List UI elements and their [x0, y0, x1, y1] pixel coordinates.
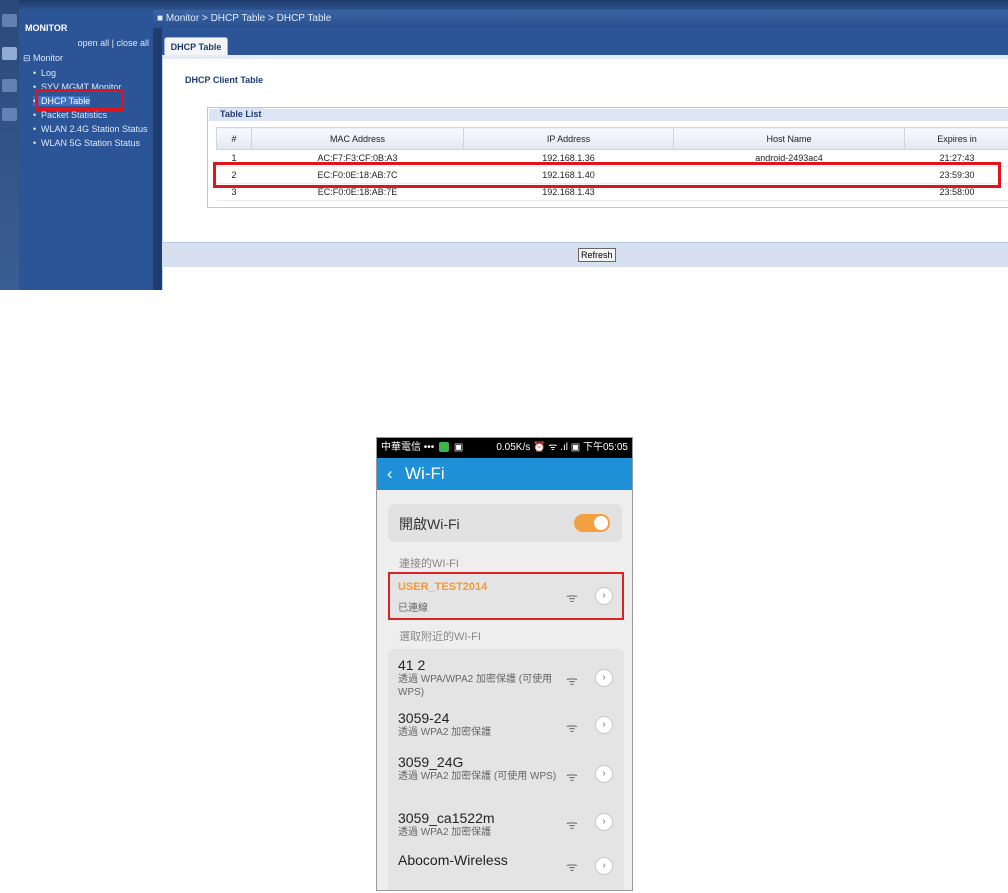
bullet-icon: • [33, 68, 37, 78]
connected-network-name: USER_TEST2014 [398, 581, 488, 593]
tab-strip: DHCP Table [162, 28, 1008, 55]
back-arrow-icon[interactable]: ‹ [387, 458, 393, 490]
wifi-toggle-switch[interactable] [574, 514, 610, 532]
network-name: 3059_ca1522m [398, 810, 495, 826]
clock: 下午05:05 [582, 442, 628, 453]
open-all-link[interactable]: open all [78, 38, 110, 48]
net-speed: 0.05K/s [496, 442, 531, 453]
column-header: # [216, 127, 252, 150]
wifi-toggle-row[interactable]: 開啟Wi-Fi [388, 504, 622, 542]
tab-dhcp-table[interactable]: DHCP Table [164, 37, 228, 55]
close-all-link[interactable]: close all [116, 38, 149, 48]
section-title: DHCP Client Table [185, 75, 264, 85]
legend-bar [209, 109, 1008, 121]
separator: | [111, 38, 114, 48]
phone-wifi-screenshot: 中華電信 ••• ▣ 0.05K/s ⏰ ᯤ .ıl ▣ 下午05:05 ‹ W… [376, 437, 633, 891]
image-icon: ▣ [453, 442, 464, 453]
content-top-line [163, 55, 1008, 59]
connected-status: 已連線 [398, 603, 428, 614]
status-right: 0.05K/s ⏰ ᯤ .ıl ▣ 下午05:05 [496, 438, 628, 458]
action-bar: Refresh [162, 242, 1008, 267]
wifi-signal-icon: ᯤ [566, 590, 578, 605]
connected-network-item[interactable]: USER_TEST2014 已連線 ᯤ › [388, 572, 624, 620]
sidebar-item-wlan-5g-station-status[interactable]: • WLAN 5G Station Status [33, 138, 140, 148]
column-header: MAC Address [251, 127, 464, 150]
dhcp-table-highlight-box [35, 89, 124, 111]
network-security: 透過 WPA/WPA2 加密保護 (可使用 WPS) [398, 674, 553, 698]
network-name: Abocom-Wireless [398, 852, 508, 868]
network-name: 3059-24 [398, 710, 450, 726]
list-item[interactable]: Abocom-Wireless [398, 852, 573, 868]
network-name: 3059_24G [398, 754, 464, 770]
status-icons: ⏰ ᯤ .ıl ▣ [533, 442, 581, 453]
column-header: Host Name [673, 127, 905, 150]
sidebar: MONITOR open all | close all ⊟ Monitor •… [19, 10, 153, 290]
network-security: 透過 WPA2 加密保護 (可使用 WPS) [398, 771, 557, 782]
network-security: 透過 WPA2 加密保護 [398, 827, 492, 838]
chevron-right-icon[interactable]: › [595, 813, 613, 831]
gear-icon[interactable] [2, 79, 17, 92]
column-header: Expires in [904, 127, 1008, 150]
sidebar-item-packet-statistics[interactable]: • Packet Statistics [33, 110, 107, 120]
chevron-right-icon[interactable]: › [595, 587, 613, 605]
bullet-icon: • [33, 138, 37, 148]
chevron-right-icon[interactable]: › [595, 765, 613, 783]
list-item[interactable]: 3059_ca1522m 透過 WPA2 加密保護 [398, 810, 573, 839]
sidebar-item-label: WLAN 2.4G Station Status [41, 124, 148, 134]
wifi-signal-icon: ᯤ [566, 720, 578, 735]
column-header: IP Address [463, 127, 674, 150]
tree-root-label: Monitor [33, 53, 64, 63]
table-list-fieldset: Table List # MAC Address IP Address Host… [207, 107, 1008, 208]
carrier-label: 中華電信 ••• [381, 442, 435, 453]
bullet-icon: • [33, 124, 37, 134]
nearby-networks-list: 41 2 透過 WPA/WPA2 加密保護 (可使用 WPS) ᯤ › 3059… [388, 649, 624, 890]
breadcrumb: ■ Monitor > DHCP Table > DHCP Table [153, 10, 1008, 28]
sidebar-title: MONITOR [25, 23, 68, 33]
network-name: 41 2 [398, 657, 426, 673]
connected-section-label: 連接的WI-FI [399, 558, 459, 570]
monitor-icon[interactable] [2, 47, 17, 60]
list-item[interactable]: 41 2 透過 WPA/WPA2 加密保護 (可使用 WPS) [398, 657, 573, 699]
tree-root-monitor[interactable]: ⊟ Monitor [23, 53, 63, 64]
line-app-icon [439, 442, 450, 453]
sidebar-item-label: Packet Statistics [41, 110, 108, 120]
switch-knob [594, 516, 608, 530]
wifi-signal-icon: ᯤ [566, 769, 578, 784]
open-close-links: open all | close all [78, 38, 149, 48]
sidebar-item-wlan-24g-station-status[interactable]: • WLAN 2.4G Station Status [33, 124, 148, 134]
list-item[interactable]: 3059_24G 透過 WPA2 加密保護 (可使用 WPS) [398, 754, 573, 783]
chevron-right-icon[interactable]: › [595, 716, 613, 734]
wifi-toggle-label: 開啟Wi-Fi [399, 516, 460, 532]
tools-icon[interactable] [2, 108, 17, 121]
chevron-right-icon[interactable]: › [595, 669, 613, 687]
status-bar: 中華電信 ••• ▣ 0.05K/s ⏰ ᯤ .ıl ▣ 下午05:05 [377, 438, 632, 458]
app-bar: ‹ Wi-Fi [377, 458, 632, 490]
status-left: 中華電信 ••• ▣ [381, 438, 463, 458]
nearby-section-label: 選取附近的WI-FI [399, 631, 481, 643]
sidebar-item-label: Log [41, 68, 57, 78]
breadcrumb-icon: ■ [157, 13, 166, 24]
module-icon-strip [0, 0, 19, 290]
wifi-signal-icon: ᯤ [566, 817, 578, 832]
refresh-button[interactable]: Refresh [578, 248, 616, 262]
chevron-right-icon[interactable]: › [595, 857, 613, 875]
row-2-highlight-box [213, 162, 1001, 188]
router-admin-screenshot: MONITOR open all | close all ⊟ Monitor •… [0, 0, 1008, 290]
table-list-legend: Table List [218, 108, 264, 121]
screen-title: Wi-Fi [405, 464, 445, 483]
bullet-icon: • [33, 110, 37, 120]
wifi-signal-icon: ᯤ [566, 673, 578, 688]
header-stripe [19, 0, 1008, 10]
network-security: 透過 WPA2 加密保護 [398, 727, 492, 738]
breadcrumb-text: Monitor > DHCP Table > DHCP Table [165, 13, 332, 24]
wifi-signal-icon: ᯤ [566, 859, 578, 874]
list-item[interactable]: 3059-24 透過 WPA2 加密保護 [398, 710, 573, 739]
sidebar-item-log[interactable]: • Log [33, 68, 56, 78]
setup-icon[interactable] [2, 14, 17, 27]
sidebar-divider [153, 10, 162, 290]
sidebar-item-label: WLAN 5G Station Status [41, 138, 141, 148]
